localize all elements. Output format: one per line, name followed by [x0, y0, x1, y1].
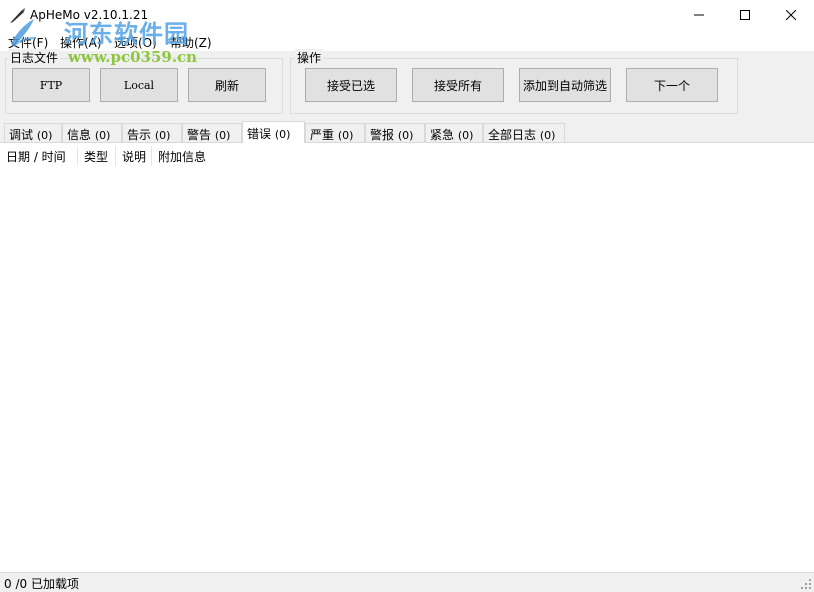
- maximize-icon: [740, 10, 750, 20]
- tab-debug[interactable]: 调试 (0): [4, 123, 62, 142]
- tab-label: 信息: [67, 128, 92, 142]
- actions-group-label: 操作: [295, 49, 324, 66]
- tab-count: (0): [214, 129, 231, 142]
- refresh-button[interactable]: 刷新: [188, 68, 266, 102]
- accept-selected-button[interactable]: 接受已选: [305, 68, 397, 102]
- tab-notice[interactable]: 告示 (0): [122, 123, 182, 142]
- minimize-button[interactable]: [676, 0, 722, 30]
- tab-label: 紧急: [430, 128, 455, 142]
- menu-action[interactable]: 操作(A): [60, 34, 102, 51]
- tab-label: 调试: [9, 128, 34, 142]
- tab-count: (0): [337, 129, 354, 142]
- maximize-button[interactable]: [722, 0, 768, 30]
- tab-critical[interactable]: 严重 (0): [305, 123, 365, 142]
- status-bar: 0 /0 已加载项: [0, 572, 814, 592]
- menu-bar: 文件(F) 操作(A) 选项(O) 帮助(Z): [0, 31, 814, 51]
- tab-count: (0): [94, 129, 111, 142]
- tab-count: (0): [397, 129, 414, 142]
- tab-label: 警告: [187, 128, 212, 142]
- tab-all-logs[interactable]: 全部日志 (0): [483, 123, 565, 142]
- tab-info[interactable]: 信息 (0): [62, 123, 122, 142]
- tab-label: 错误: [247, 127, 272, 141]
- tab-emergency[interactable]: 紧急 (0): [425, 123, 483, 142]
- minimize-icon: [694, 14, 704, 16]
- close-icon: [786, 10, 796, 20]
- menu-help[interactable]: 帮助(Z): [170, 34, 212, 51]
- column-header-additional-info[interactable]: 附加信息: [152, 146, 214, 166]
- tab-count: (0): [154, 129, 171, 142]
- close-button[interactable]: [768, 0, 814, 30]
- tab-label: 警报: [370, 128, 395, 142]
- tab-label: 告示: [127, 128, 152, 142]
- window-title: ApHeMo v2.10.1.21: [30, 8, 149, 22]
- accept-all-button[interactable]: 接受所有: [412, 68, 504, 102]
- log-list[interactable]: 日期 / 时间 类型 说明 附加信息: [0, 142, 814, 572]
- next-button[interactable]: 下一个: [626, 68, 718, 102]
- tab-error[interactable]: 错误 (0): [242, 121, 305, 143]
- log-level-tabs: 调试 (0) 信息 (0) 告示 (0) 警告 (0) 错误 (0) 严重 (0…: [4, 121, 810, 143]
- tab-label: 严重: [310, 128, 335, 142]
- local-button[interactable]: Local: [100, 68, 178, 102]
- add-to-autofilter-button[interactable]: 添加到自动筛选: [519, 68, 611, 102]
- tab-alert[interactable]: 警报 (0): [365, 123, 425, 142]
- tab-label: 全部日志: [488, 128, 537, 142]
- resize-grip-icon[interactable]: [800, 578, 812, 590]
- menu-options[interactable]: 选项(O): [114, 34, 157, 51]
- tab-warning[interactable]: 警告 (0): [182, 123, 242, 142]
- app-feather-icon: [10, 8, 25, 23]
- title-bar: ApHeMo v2.10.1.21: [0, 0, 814, 31]
- tab-count: (0): [274, 128, 291, 141]
- status-text: 0 /0 已加载项: [4, 577, 79, 591]
- ftp-button[interactable]: FTP: [12, 68, 90, 102]
- tab-count: (0): [36, 129, 53, 142]
- column-header-description[interactable]: 说明: [116, 146, 152, 166]
- tab-count: (0): [457, 129, 474, 142]
- log-files-group-label: 日志文件: [8, 49, 61, 66]
- column-header-datetime[interactable]: 日期 / 时间: [2, 146, 78, 166]
- column-header-type[interactable]: 类型: [78, 146, 116, 166]
- tab-count: (0): [539, 129, 556, 142]
